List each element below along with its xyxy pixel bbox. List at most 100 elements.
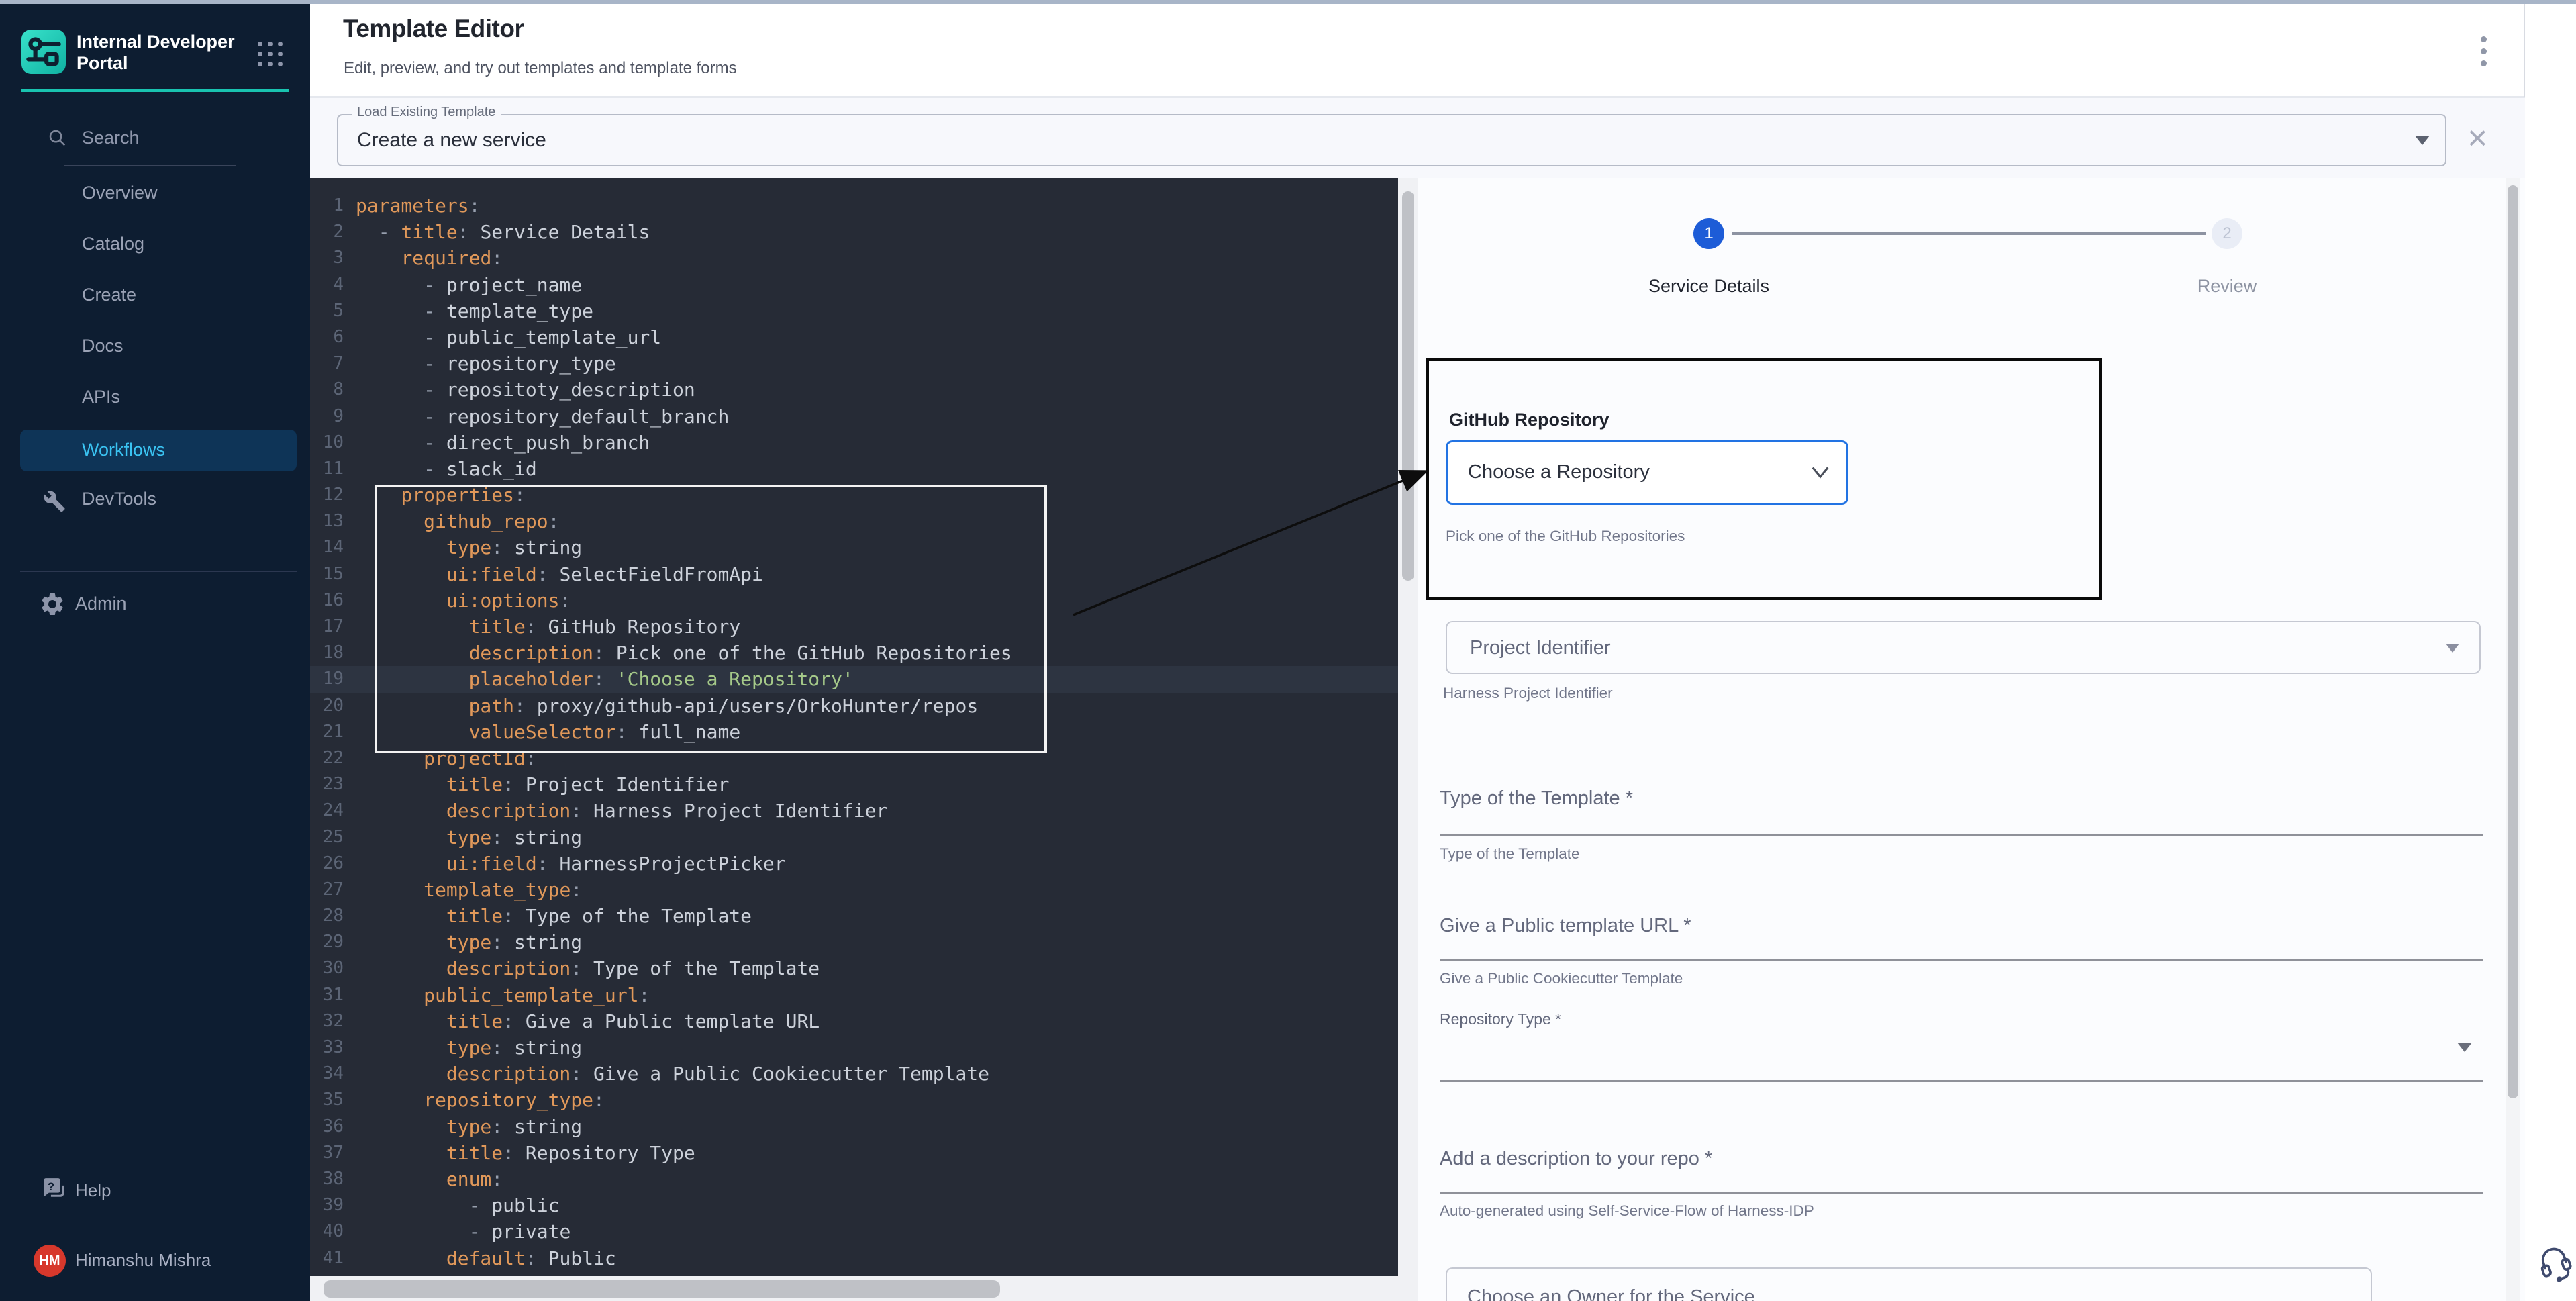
form-preview-panel: 1 2 Service Details Review GitHub Reposi… bbox=[1418, 178, 2525, 1301]
project-identifier-label: Project Identifier bbox=[1470, 637, 1611, 659]
line-number: 37 bbox=[310, 1140, 344, 1166]
sidebar-item-apis[interactable]: APIs bbox=[82, 387, 120, 407]
editor-vscroll-thumb[interactable] bbox=[1402, 191, 1414, 581]
stepper-step-2[interactable]: 2 bbox=[2212, 218, 2242, 249]
line-code: description: Type of the Template bbox=[356, 955, 820, 981]
github-repo-helper: Pick one of the GitHub Repositories bbox=[1446, 528, 1685, 545]
code-line: 30 description: Type of the Template bbox=[310, 955, 1398, 981]
panel-vscroll-thumb[interactable] bbox=[2508, 185, 2518, 1098]
code-line: 36 type: string bbox=[310, 1114, 1398, 1140]
code-line: 38 enum: bbox=[310, 1166, 1398, 1192]
line-number: 11 bbox=[310, 456, 344, 482]
line-number: 35 bbox=[310, 1087, 344, 1113]
support-headset-icon[interactable] bbox=[2530, 1237, 2576, 1287]
close-icon[interactable]: × bbox=[2467, 121, 2487, 156]
sidebar-item-workflows[interactable]: Workflows bbox=[20, 430, 297, 471]
line-number: 5 bbox=[310, 298, 344, 324]
repo-description-field-input[interactable] bbox=[1440, 1192, 2483, 1194]
code-line: 28 title: Type of the Template bbox=[310, 903, 1398, 929]
app-logo[interactable] bbox=[21, 30, 66, 74]
project-identifier-caret-icon bbox=[2446, 644, 2459, 653]
line-number: 26 bbox=[310, 851, 344, 877]
code-annotation-box bbox=[375, 485, 1047, 753]
line-code: title: Give a Public template URL bbox=[356, 1008, 820, 1034]
code-line: 9 - repository_default_branch bbox=[310, 403, 1398, 430]
line-code: type: string bbox=[356, 929, 582, 955]
project-identifier-select[interactable]: Project Identifier bbox=[1446, 621, 2481, 674]
service-owner-select[interactable]: Choose an Owner for the Service bbox=[1446, 1267, 2372, 1301]
avatar[interactable]: HM bbox=[34, 1245, 66, 1277]
load-select-caret-icon[interactable] bbox=[2415, 136, 2430, 145]
template-type-field-helper: Type of the Template bbox=[1440, 845, 1579, 863]
sidebar-item-catalog[interactable]: Catalog bbox=[82, 234, 144, 254]
line-number: 32 bbox=[310, 1008, 344, 1034]
code-line: 23 title: Project Identifier bbox=[310, 771, 1398, 798]
repo-description-field-helper: Auto-generated using Self-Service-Flow o… bbox=[1440, 1202, 1814, 1220]
line-code: template_type: bbox=[356, 877, 582, 903]
sidebar-item-overview[interactable]: Overview bbox=[82, 183, 158, 203]
app-grid-icon[interactable] bbox=[258, 42, 285, 68]
line-code: - public bbox=[356, 1192, 559, 1218]
repository-type-caret-icon[interactable] bbox=[2457, 1043, 2472, 1052]
project-identifier-helper: Harness Project Identifier bbox=[1443, 685, 1613, 702]
user-name[interactable]: Himanshu Mishra bbox=[75, 1250, 211, 1271]
code-line: 7 - repository_type bbox=[310, 350, 1398, 377]
template-type-field-input[interactable] bbox=[1440, 834, 2483, 836]
stepper-step-1[interactable]: 1 bbox=[1693, 218, 1724, 249]
line-number: 21 bbox=[310, 719, 344, 745]
line-code: - private bbox=[356, 1218, 571, 1245]
code-line: 35 repository_type: bbox=[310, 1087, 1398, 1113]
stepper-label-service-details: Service Details bbox=[1608, 276, 1810, 297]
line-number: 19 bbox=[310, 666, 344, 692]
line-code: - slack_id bbox=[356, 456, 537, 482]
code-line: 25 type: string bbox=[310, 824, 1398, 851]
svg-text:?: ? bbox=[48, 1180, 54, 1193]
sidebar-item-devtools[interactable]: DevTools bbox=[82, 489, 156, 510]
line-code: - project_name bbox=[356, 272, 582, 298]
github-repo-select[interactable]: Choose a Repository bbox=[1446, 440, 1848, 505]
code-line: 27 template_type: bbox=[310, 877, 1398, 903]
sidebar-item-help[interactable]: Help bbox=[75, 1180, 111, 1201]
repository-type-field-input[interactable] bbox=[1440, 1080, 2483, 1082]
chevron-down-icon bbox=[1810, 465, 1830, 480]
kebab-menu-button[interactable] bbox=[2475, 36, 2491, 66]
repository-type-field-label: Repository Type * bbox=[1440, 1010, 1561, 1028]
editor-hscroll-thumb[interactable] bbox=[324, 1280, 1000, 1298]
line-code: - repositoty_description bbox=[356, 377, 695, 403]
line-number: 30 bbox=[310, 955, 344, 981]
line-code: - repository_default_branch bbox=[356, 403, 729, 430]
line-number: 34 bbox=[310, 1061, 344, 1087]
gear-icon bbox=[39, 591, 66, 618]
line-code: - repository_type bbox=[356, 350, 616, 377]
sidebar-item-docs[interactable]: Docs bbox=[82, 336, 123, 356]
page-header bbox=[310, 4, 2525, 97]
line-code: default: Public bbox=[356, 1245, 616, 1271]
code-line: 1parameters: bbox=[310, 193, 1398, 219]
code-line: 6 - public_template_url bbox=[310, 324, 1398, 350]
repo-description-field-label: Add a description to your repo * bbox=[1440, 1148, 1712, 1170]
sidebar-item-create[interactable]: Create bbox=[82, 285, 136, 305]
code-line: 37 title: Repository Type bbox=[310, 1140, 1398, 1166]
line-code: repository_type: bbox=[356, 1087, 605, 1113]
line-number: 10 bbox=[310, 430, 344, 456]
help-chat-icon: ? bbox=[39, 1176, 67, 1203]
sidebar-divider bbox=[20, 571, 297, 572]
github-repo-select-value: Choose a Repository bbox=[1468, 461, 1650, 483]
line-number: 22 bbox=[310, 745, 344, 771]
circuit-logo-icon bbox=[21, 30, 66, 74]
search-input[interactable]: Search bbox=[82, 128, 140, 148]
kebab-dot bbox=[2481, 36, 2487, 42]
line-code: type: string bbox=[356, 824, 582, 851]
load-template-select[interactable] bbox=[337, 114, 2446, 166]
line-code: type: string bbox=[356, 1034, 582, 1061]
page-title: Template Editor bbox=[343, 15, 524, 43]
line-code: enum: bbox=[356, 1166, 503, 1192]
sidebar-item-admin[interactable]: Admin bbox=[75, 593, 127, 614]
step-2-number: 2 bbox=[2222, 224, 2231, 242]
public-url-field-input[interactable] bbox=[1440, 959, 2483, 961]
code-line: 31 public_template_url: bbox=[310, 982, 1398, 1008]
sidebar: Internal Developer Portal Search Overvie… bbox=[0, 4, 310, 1301]
line-number: 23 bbox=[310, 771, 344, 798]
line-number: 31 bbox=[310, 982, 344, 1008]
line-code: ui:field: HarnessProjectPicker bbox=[356, 851, 786, 877]
